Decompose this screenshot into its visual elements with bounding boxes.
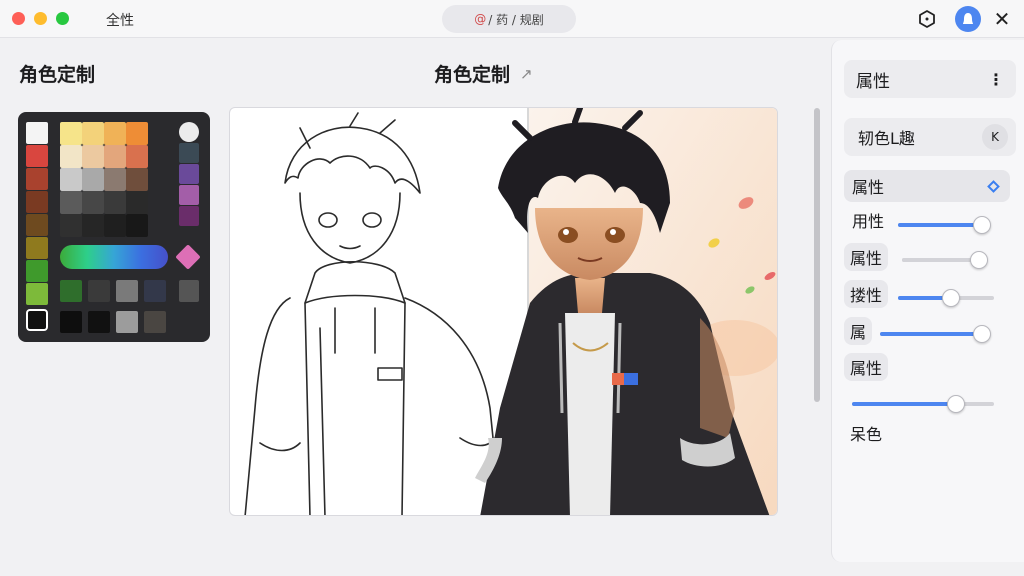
character-canvas[interactable]	[229, 107, 778, 516]
hexagon-icon[interactable]	[915, 7, 939, 31]
zoom-window-button[interactable]	[56, 12, 69, 25]
color-swatch[interactable]	[126, 214, 148, 237]
user-avatar-icon[interactable]	[955, 6, 981, 32]
color-swatch[interactable]	[26, 191, 48, 213]
preset-row[interactable]: 轫色L趣 K	[844, 118, 1016, 156]
property-label: 属	[844, 317, 873, 345]
color-swatch[interactable]	[82, 145, 104, 168]
app-title: 全性	[106, 13, 134, 29]
color-swatch[interactable]	[60, 191, 82, 214]
minimize-window-button[interactable]	[34, 12, 47, 25]
title-bar: 全性 @ / 药 / 规剧 ✕	[0, 0, 1024, 38]
color-swatch[interactable]	[26, 260, 48, 282]
color-swatch[interactable]	[116, 311, 138, 333]
texture-swatch[interactable]	[60, 280, 82, 302]
properties-panel: 属性 ⋮ 轫色L趣 K 属性 用性 属性 搂性 属 属性 呆色	[831, 40, 1024, 562]
expand-arrow-icon[interactable]: ↗	[520, 65, 533, 83]
center-heading-text: 角色定制	[434, 64, 511, 86]
color-swatch[interactable]	[26, 145, 48, 167]
color-swatch[interactable]	[179, 164, 199, 184]
slider-thumb[interactable]	[973, 216, 991, 234]
color-swatch[interactable]	[26, 122, 48, 144]
color-swatch[interactable]	[82, 191, 104, 214]
color-swatch[interactable]	[26, 168, 48, 190]
color-swatch[interactable]	[126, 168, 148, 191]
accent-diamond-swatch[interactable]	[175, 244, 201, 270]
property-slider[interactable]	[898, 289, 994, 307]
color-swatch[interactable]	[26, 283, 48, 305]
properties-header-label: 属性	[856, 71, 890, 92]
property-label: 搂性	[844, 280, 889, 308]
preset-button[interactable]: K	[982, 124, 1008, 150]
slider-fill	[902, 258, 979, 262]
close-window-button[interactable]	[12, 12, 25, 25]
preset-label: 轫色L趣	[858, 129, 915, 148]
color-palette	[18, 112, 210, 342]
texture-swatch[interactable]	[144, 280, 166, 302]
texture-swatch[interactable]	[116, 280, 138, 302]
color-swatch[interactable]	[104, 168, 126, 191]
character-illustration	[244, 108, 777, 515]
color-swatch[interactable]	[179, 122, 199, 142]
color-swatch[interactable]	[60, 311, 82, 333]
property-slider[interactable]	[852, 395, 994, 413]
color-swatch[interactable]	[104, 214, 126, 237]
color-swatch[interactable]	[88, 311, 110, 333]
left-heading: 角色定制	[19, 64, 96, 86]
property-slider[interactable]	[902, 251, 988, 269]
color-swatch[interactable]	[26, 214, 48, 236]
slider-thumb[interactable]	[970, 251, 988, 269]
diamond-icon	[987, 179, 1000, 193]
slider-fill	[880, 332, 982, 336]
properties-header: 属性 ⋮	[844, 60, 1016, 98]
slider-thumb[interactable]	[947, 395, 965, 413]
color-swatch[interactable]	[104, 122, 126, 145]
color-swatch[interactable]	[126, 145, 148, 168]
address-lead: @	[474, 12, 487, 26]
color-swatch[interactable]	[82, 214, 104, 237]
color-swatch[interactable]	[179, 185, 199, 205]
more-options-icon[interactable]: ⋮	[988, 70, 1004, 89]
footer-label: 呆色	[850, 425, 883, 444]
color-swatch[interactable]	[26, 309, 48, 331]
color-swatch[interactable]	[60, 168, 82, 191]
slider-thumb[interactable]	[942, 289, 960, 307]
color-swatch[interactable]	[104, 191, 126, 214]
color-swatch[interactable]	[144, 311, 166, 333]
gradient-bar[interactable]	[60, 245, 168, 269]
canvas-scrollbar[interactable]	[814, 108, 820, 402]
center-heading: 角色定制 ↗	[434, 60, 533, 87]
address-bar[interactable]: @ / 药 / 规剧	[442, 5, 576, 33]
selected-property-row[interactable]: 属性	[844, 170, 1010, 202]
color-swatch[interactable]	[126, 122, 148, 145]
address-text: / 药 / 规剧	[488, 12, 544, 27]
color-swatch[interactable]	[179, 280, 199, 302]
selected-property-label: 属性	[852, 178, 885, 197]
color-swatch[interactable]	[179, 143, 199, 163]
slider-fill	[852, 402, 956, 406]
color-swatch[interactable]	[126, 191, 148, 214]
color-swatch[interactable]	[60, 145, 82, 168]
slider-thumb[interactable]	[973, 325, 991, 343]
property-label: 属性	[844, 353, 889, 381]
texture-swatch[interactable]	[88, 280, 110, 302]
color-swatch[interactable]	[104, 145, 126, 168]
color-swatch[interactable]	[26, 237, 48, 259]
color-swatch[interactable]	[82, 122, 104, 145]
color-swatch[interactable]	[60, 122, 82, 145]
close-icon[interactable]: ✕	[990, 7, 1014, 31]
property-label: 用性	[852, 212, 885, 231]
color-swatch[interactable]	[60, 214, 82, 237]
property-slider[interactable]	[880, 325, 991, 343]
slider-fill	[898, 223, 982, 227]
color-swatch[interactable]	[82, 168, 104, 191]
property-slider[interactable]	[898, 216, 991, 234]
color-swatch[interactable]	[179, 206, 199, 226]
property-label: 属性	[844, 243, 889, 271]
